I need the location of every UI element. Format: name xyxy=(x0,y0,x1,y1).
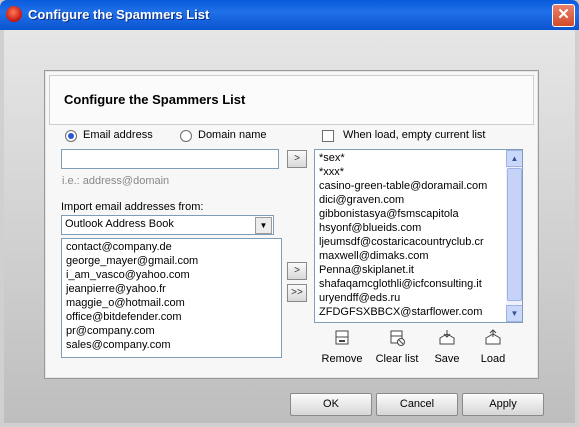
domain-name-radio[interactable] xyxy=(180,130,192,142)
clear-list-icon xyxy=(390,330,405,346)
remove-icon xyxy=(335,330,349,345)
spammer-list-item[interactable]: *xxx* xyxy=(319,166,344,178)
import-list-item[interactable]: office@bitdefender.com xyxy=(66,311,182,323)
app-icon xyxy=(6,6,22,22)
add-all-button[interactable]: >> xyxy=(287,284,307,302)
save-button[interactable]: Save xyxy=(425,329,469,365)
save-label: Save xyxy=(434,353,460,365)
close-button[interactable]: ✕ xyxy=(552,4,575,27)
panel-header: Configure the Spammers List xyxy=(49,75,534,125)
clear-list-label: Clear list xyxy=(375,353,419,365)
empty-on-load-checkbox[interactable] xyxy=(322,130,334,142)
scroll-up-arrow-icon[interactable]: ▲ xyxy=(506,150,522,167)
spammer-list-item[interactable]: ZFDGFSXBBCX@starflower.com xyxy=(319,306,482,318)
import-source-select[interactable]: Outlook Address Book ▼ xyxy=(61,215,274,235)
save-icon xyxy=(439,330,455,345)
spammer-list-item[interactable]: Penna@skiplanet.it xyxy=(319,264,414,276)
spammer-list-item[interactable]: dici@graven.com xyxy=(319,194,404,206)
spammer-list-item[interactable]: maxwell@dimaks.com xyxy=(319,250,429,262)
spammer-list-item[interactable]: *sex* xyxy=(319,152,345,164)
ok-button[interactable]: OK xyxy=(290,393,372,416)
arrow-right-icon: > xyxy=(294,265,300,276)
arrow-right-icon: > xyxy=(294,153,300,164)
title-bar[interactable]: Configure the Spammers List ✕ xyxy=(0,0,579,30)
spammers-list[interactable]: *sex* *xxx* casino-green-table@doramail.… xyxy=(314,149,523,323)
import-list-item[interactable]: sales@company.com xyxy=(66,339,171,351)
domain-name-label[interactable]: Domain name xyxy=(198,129,266,141)
load-label: Load xyxy=(480,353,506,365)
window-title: Configure the Spammers List xyxy=(28,7,210,22)
import-list-item[interactable]: pr@company.com xyxy=(66,325,155,337)
dropdown-arrow-icon[interactable]: ▼ xyxy=(255,217,272,234)
entry-hint: i.e.: address@domain xyxy=(62,175,170,187)
import-list-item[interactable]: i_am_vasco@yahoo.com xyxy=(66,269,190,281)
email-address-label[interactable]: Email address xyxy=(83,129,153,141)
spammer-list-item[interactable]: gibbonistasya@fsmscapitola xyxy=(319,208,459,220)
double-arrow-right-icon: >> xyxy=(291,287,303,298)
panel-title: Configure the Spammers List xyxy=(64,92,246,107)
load-icon xyxy=(485,329,501,345)
remove-button[interactable]: Remove xyxy=(317,329,367,365)
spammer-list-item[interactable]: uryendff@eds.ru xyxy=(319,292,400,304)
spammers-panel: Configure the Spammers List Email addres… xyxy=(44,70,539,379)
import-address-list[interactable]: contact@company.de george_mayer@gmail.co… xyxy=(61,238,282,358)
clear-list-button[interactable]: Clear list xyxy=(370,329,424,365)
email-address-radio[interactable] xyxy=(65,130,77,142)
spammer-list-item[interactable]: ljeumsdf@costaricacountryclub.cr xyxy=(319,236,484,248)
import-list-item[interactable]: contact@company.de xyxy=(66,241,172,253)
email-entry-input[interactable] xyxy=(61,149,279,169)
import-list-item[interactable]: jeanpierre@yahoo.fr xyxy=(66,283,166,295)
import-source-value: Outlook Address Book xyxy=(65,218,174,230)
import-list-item[interactable]: maggie_o@hotmail.com xyxy=(66,297,185,309)
apply-button[interactable]: Apply xyxy=(462,393,544,416)
spammer-list-item[interactable]: casino-green-table@doramail.com xyxy=(319,180,487,192)
scroll-down-arrow-icon[interactable]: ▼ xyxy=(506,305,522,322)
import-label: Import email addresses from: xyxy=(61,201,204,213)
spammer-list-item[interactable]: hsyonf@blueids.com xyxy=(319,222,421,234)
spammer-list-item[interactable]: shafaqamcglothli@icfconsulting.it xyxy=(319,278,482,290)
load-button[interactable]: Load xyxy=(471,329,515,365)
add-selected-button[interactable]: > xyxy=(287,262,307,280)
remove-label: Remove xyxy=(321,353,363,365)
empty-on-load-label[interactable]: When load, empty current list xyxy=(343,129,485,141)
scroll-thumb[interactable] xyxy=(507,168,522,301)
cancel-button[interactable]: Cancel xyxy=(376,393,458,416)
import-list-item[interactable]: george_mayer@gmail.com xyxy=(66,255,198,267)
spammers-scrollbar[interactable]: ▲ ▼ xyxy=(506,150,522,322)
add-entry-button[interactable]: > xyxy=(287,150,307,168)
